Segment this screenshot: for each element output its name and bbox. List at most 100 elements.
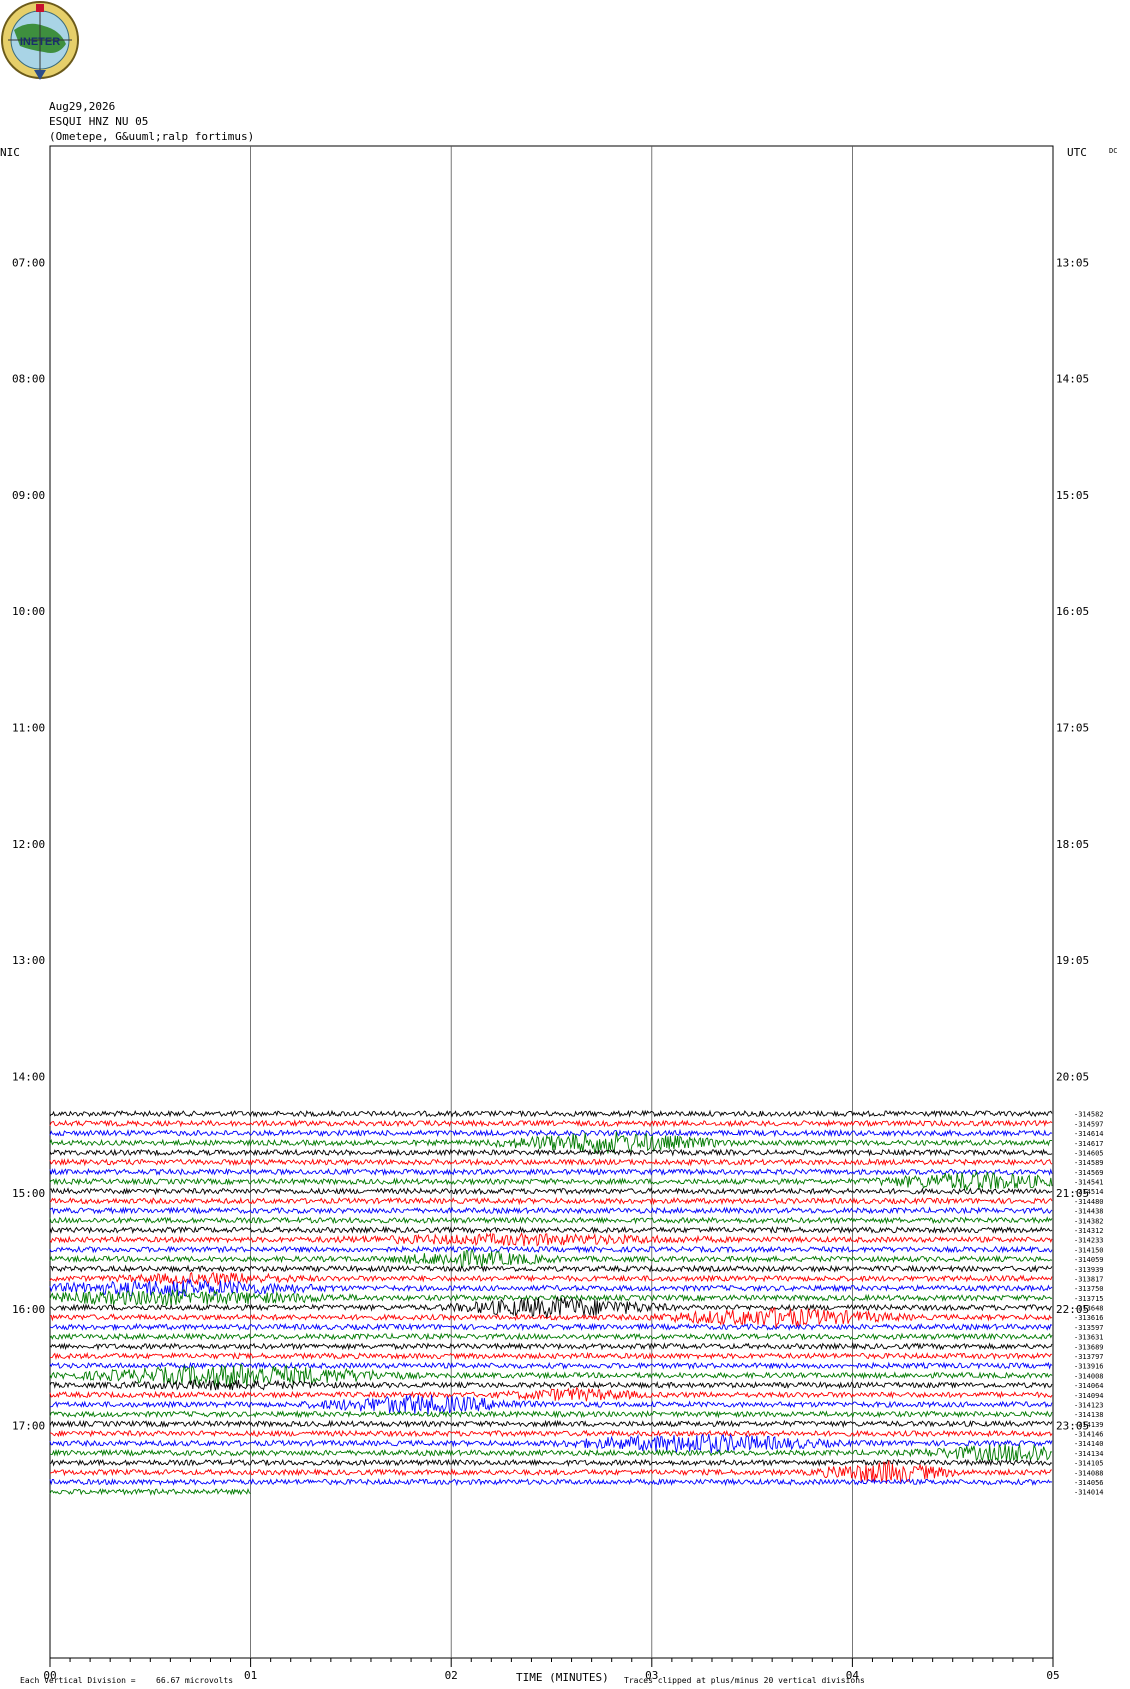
seismic-trace xyxy=(49,1487,251,1496)
left-hour-label: 16:00 xyxy=(12,1303,45,1316)
left-hour-label: 14:00 xyxy=(12,1070,45,1083)
x-tick-label: 05 xyxy=(1046,1669,1059,1682)
dc-offset-label: -313689 xyxy=(1074,1343,1104,1351)
right-hour-label: 17:05 xyxy=(1056,722,1089,735)
seismic-trace xyxy=(49,1170,1053,1191)
x-axis-title: TIME (MINUTES) xyxy=(516,1671,609,1684)
dc-offset-label: -314480 xyxy=(1074,1198,1104,1206)
x-tick-label: 01 xyxy=(244,1669,257,1682)
left-hour-label: 17:00 xyxy=(12,1419,45,1432)
dc-offset-label: -313939 xyxy=(1074,1266,1104,1274)
seismic-trace xyxy=(49,1157,1053,1167)
footer-division-note: Each Vertical Division = xyxy=(20,1676,136,1685)
dc-offset-label: -314150 xyxy=(1074,1246,1104,1254)
seismic-trace xyxy=(49,1332,1053,1341)
seismic-trace xyxy=(49,1119,1053,1128)
footer-division-value: 66.67 microvolts xyxy=(156,1676,234,1685)
seismic-trace xyxy=(49,1361,1053,1370)
left-hour-label: 07:00 xyxy=(12,256,45,269)
seismic-trace xyxy=(49,1429,1053,1438)
left-hour-label: 15:00 xyxy=(12,1187,45,1200)
dc-offset-label: -314056 xyxy=(1074,1479,1104,1487)
seismic-trace xyxy=(49,1443,1053,1463)
left-hour-label: 10:00 xyxy=(12,605,45,618)
dc-offset-label: -314014 xyxy=(1074,1489,1104,1497)
left-hour-label: 11:00 xyxy=(12,722,45,735)
dc-offset-label: -313750 xyxy=(1074,1285,1104,1293)
dc-offset-label: -314605 xyxy=(1074,1149,1104,1157)
seismic-trace xyxy=(49,1245,1053,1254)
dc-offset-label: -314134 xyxy=(1074,1450,1104,1458)
dc-offset-label: -313648 xyxy=(1074,1305,1104,1313)
seismic-trace xyxy=(49,1249,1053,1269)
seismic-trace xyxy=(49,1386,1053,1402)
dc-offset-label: -314582 xyxy=(1074,1111,1104,1119)
dc-offset-label: -314138 xyxy=(1074,1411,1104,1419)
seismic-trace xyxy=(49,1225,1053,1235)
dc-offset-label: -314105 xyxy=(1074,1460,1104,1468)
right-hour-label: 13:05 xyxy=(1056,256,1089,269)
seismic-trace xyxy=(49,1289,1053,1307)
right-hour-label: 18:05 xyxy=(1056,838,1089,851)
seismic-trace xyxy=(49,1433,1053,1455)
dc-offset-label: -313817 xyxy=(1074,1275,1104,1283)
dc-offset-label: -314146 xyxy=(1074,1431,1104,1439)
seismic-trace xyxy=(49,1148,1053,1157)
seismic-trace xyxy=(49,1128,1053,1138)
dc-offset-label: -313631 xyxy=(1074,1334,1104,1342)
dc-offset-label: -314617 xyxy=(1074,1140,1104,1148)
left-hour-label: 09:00 xyxy=(12,489,45,502)
footer-clip-note: Traces clipped at plus/minus 20 vertical… xyxy=(624,1676,865,1685)
right-hour-label: 14:05 xyxy=(1056,373,1089,386)
left-hour-label: 13:00 xyxy=(12,954,45,967)
dc-offset-label: -313797 xyxy=(1074,1353,1104,1361)
dc-offset-label: -314123 xyxy=(1074,1401,1104,1409)
dc-offset-label: -314008 xyxy=(1074,1372,1104,1380)
seismic-trace xyxy=(49,1216,1053,1225)
dc-offset-label: -314514 xyxy=(1074,1188,1104,1196)
dc-offset-label: -314614 xyxy=(1074,1130,1104,1138)
dc-offset-label: -313916 xyxy=(1074,1363,1104,1371)
dc-offset-label: -314088 xyxy=(1074,1469,1104,1477)
seismic-trace xyxy=(49,1277,1053,1297)
dc-offset-label: -313616 xyxy=(1074,1314,1104,1322)
dc-offset-label: -314059 xyxy=(1074,1256,1104,1264)
left-hour-label: 12:00 xyxy=(12,838,45,851)
dc-offset-label: -314139 xyxy=(1074,1421,1104,1429)
seismic-trace xyxy=(49,1196,1053,1206)
seismic-trace xyxy=(49,1187,1053,1196)
seismic-trace xyxy=(49,1322,1053,1332)
seismic-trace xyxy=(49,1296,1053,1319)
x-tick-label: 02 xyxy=(445,1669,458,1682)
seismic-trace xyxy=(49,1394,1053,1415)
dc-offset-label: -314382 xyxy=(1074,1217,1104,1225)
right-hour-label: 15:05 xyxy=(1056,489,1089,502)
right-hour-label: 20:05 xyxy=(1056,1070,1089,1083)
right-hour-label: 19:05 xyxy=(1056,954,1089,967)
dc-offset-label: -314140 xyxy=(1074,1440,1104,1448)
seismic-trace xyxy=(49,1477,1053,1487)
seismic-trace xyxy=(49,1342,1053,1351)
dc-offset-label: -314094 xyxy=(1074,1392,1104,1400)
seismic-trace xyxy=(49,1167,1053,1177)
dc-offset-label: -314312 xyxy=(1074,1227,1104,1235)
left-hour-label: 08:00 xyxy=(12,373,45,386)
dc-offset-label: -314438 xyxy=(1074,1208,1104,1216)
dc-offset-label: -314597 xyxy=(1074,1120,1104,1128)
dc-offset-label: -314589 xyxy=(1074,1159,1104,1167)
helicorder-plot: 00 01 02 03 04 0507:0008:0009:0010:0011:0012:… xyxy=(12,145,1104,1682)
seismic-trace xyxy=(49,1458,1053,1467)
dc-offset-label: -314233 xyxy=(1074,1237,1104,1245)
seismic-trace xyxy=(49,1232,1053,1247)
dc-offset-label: -313715 xyxy=(1074,1295,1104,1303)
plot-frame xyxy=(49,145,1054,1659)
seismic-trace xyxy=(49,1206,1053,1215)
dc-offset-label: -314569 xyxy=(1074,1169,1104,1177)
seismic-trace xyxy=(49,1351,1052,1361)
dc-offset-label: -313597 xyxy=(1074,1324,1104,1332)
dc-offset-label: -314541 xyxy=(1074,1179,1104,1187)
seismic-trace xyxy=(49,1409,1053,1419)
seismic-trace xyxy=(49,1264,1053,1274)
dc-offset-label: -314064 xyxy=(1074,1382,1104,1390)
seismic-trace xyxy=(49,1109,1053,1118)
